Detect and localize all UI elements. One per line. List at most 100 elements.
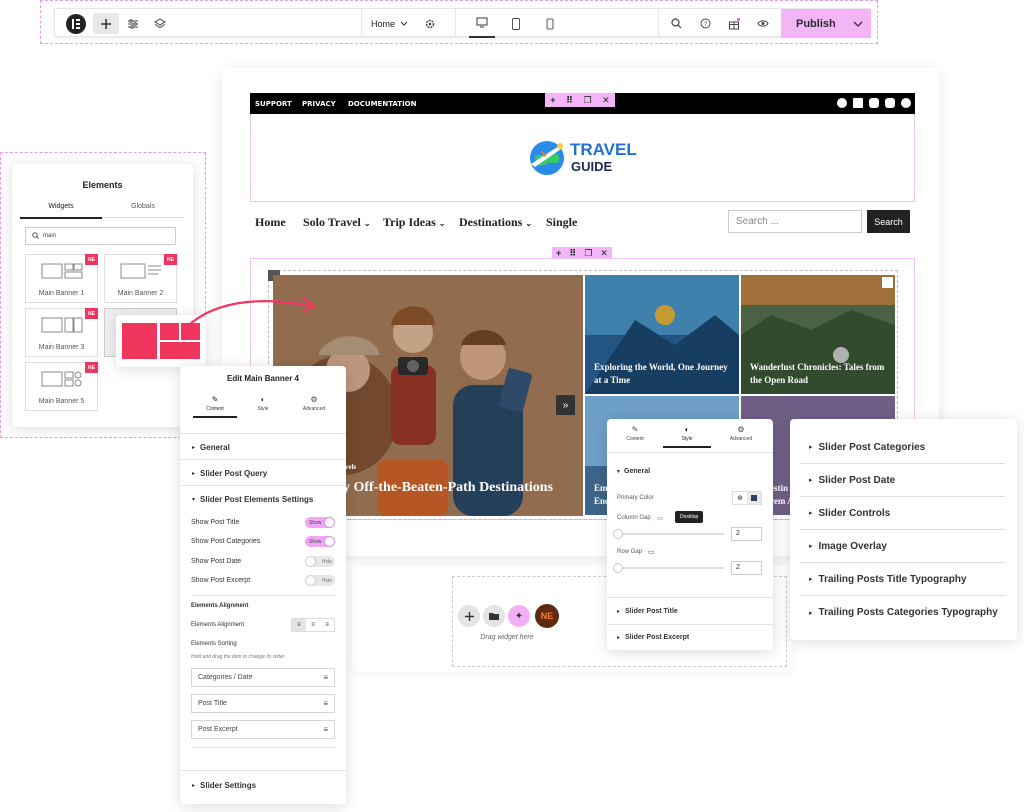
align-right-icon[interactable]: ≡ [320,619,334,631]
section-slider-post-query[interactable]: ▸ Slider Post Query [180,459,346,486]
search-icon[interactable] [663,9,689,38]
desktop-device-icon[interactable]: ▭ [657,514,664,522]
add-section-plus-button[interactable] [458,605,480,627]
section-slider-post-categories[interactable]: ▸ Slider Post Categories [800,431,1005,464]
tab-globals[interactable]: Globals [102,203,184,218]
style-section-slider-post-title[interactable]: ▸ Slider Post Title [607,597,773,624]
column-gap-input[interactable]: 2 [731,527,762,541]
duplicate-icon[interactable]: ❐ [584,95,592,106]
nav-single[interactable]: Single [546,215,577,230]
widget-main-banner-1[interactable]: NE Main Banner 1 [25,254,98,303]
drag-lines-icon[interactable]: ≡ [323,725,328,734]
widget-main-banner-2[interactable]: NE Main Banner 2 [104,254,177,303]
drag-handle-icon[interactable]: ⠿ [569,248,576,259]
close-icon[interactable]: ✕ [600,248,608,259]
help-icon[interactable]: ? [692,9,718,38]
whats-new-gift-icon[interactable] [721,9,747,38]
site-search-button[interactable]: Search [867,210,910,233]
youtube-icon[interactable] [869,98,879,108]
slide-tile-2[interactable]: Wanderlust Chronicles: Tales from the Op… [741,275,895,394]
drag-handle-icon[interactable]: ⠿ [566,95,573,106]
instagram-icon[interactable] [885,98,895,108]
page-settings-gear-icon[interactable] [417,9,443,38]
tablet-view-icon[interactable] [503,9,529,38]
travel-guide-logo-icon[interactable] [527,138,567,178]
ai-sparkle-icon[interactable]: ✦ [508,605,530,627]
tile-2-title[interactable]: Wanderlust Chronicles: Tales from the Op… [750,361,890,387]
widget-main-banner-5[interactable]: NE Main Banner 5 [25,362,98,411]
color-swatch[interactable] [747,492,761,504]
facebook-icon[interactable] [837,98,847,108]
duplicate-icon[interactable]: ❐ [584,248,592,259]
widget-search-input[interactable]: main [25,227,176,245]
section-slider-post-elements[interactable]: ▾ Slider Post Elements Settings [180,485,346,512]
row-gap-slider-knob[interactable] [613,563,623,573]
style-section-slider-post-excerpt[interactable]: ▸ Slider Post Excerpt [607,624,773,650]
row-gap-slider-track[interactable] [619,567,724,569]
publish-button[interactable]: Publish [781,9,871,38]
show-post-categories-toggle[interactable]: Show [305,536,335,547]
add-section-icon[interactable]: + [556,248,561,258]
widget-main-banner-3[interactable]: NE Main Banner 3 [25,308,98,357]
style-section-general[interactable]: ▾ General [617,468,650,475]
section-trailing-posts-categories-typography[interactable]: ▸ Trailing Posts Categories Typography [800,596,1005,629]
section-slider-settings[interactable]: ▸ Slider Settings [180,770,346,800]
show-post-excerpt-toggle[interactable]: Hide [305,575,335,586]
nav-destinations[interactable]: Destinations ⌄ [459,215,532,230]
top-link-documentation[interactable]: DOCUMENTATION [348,100,416,108]
drag-lines-icon[interactable]: ≡ [323,673,328,682]
ne-addons-logo-icon[interactable]: NE [535,604,559,628]
column-gap-slider-knob[interactable] [613,529,623,539]
desktop-view-icon[interactable] [469,9,495,38]
sort-item-post-excerpt[interactable]: Post Excerpt ≡ [191,720,335,739]
layers-icon[interactable] [147,9,173,38]
tile-3-title-line1[interactable]: Em [594,482,608,495]
tab-advanced[interactable]: ⚙ Advanced [292,395,336,412]
section-trailing-posts-title-typography[interactable]: ▸ Trailing Posts Title Typography [800,563,1005,596]
section-general[interactable]: ▸ General [180,433,346,460]
add-template-folder-icon[interactable] [483,605,505,627]
tab-style[interactable]: ◐ Style [663,425,711,448]
close-icon[interactable]: ✕ [602,95,610,106]
add-element-button[interactable] [93,13,119,34]
tab-style[interactable]: ◐ Style [241,395,285,412]
slide-tile-1[interactable]: Exploring the World, One Journey at a Ti… [585,275,739,394]
twitter-icon[interactable] [853,98,863,108]
globe-icon[interactable]: ⊕ [733,492,747,504]
nav-home[interactable]: Home [255,215,286,230]
desktop-device-icon[interactable]: ▭ [648,548,655,556]
top-link-support[interactable]: SUPPORT [255,100,292,108]
tab-advanced[interactable]: ⚙ Advanced [721,425,761,442]
top-link-privacy[interactable]: PRIVACY [302,100,336,108]
row-gap-input[interactable]: 2 [731,561,762,575]
pinterest-icon[interactable] [901,98,911,108]
site-search-input[interactable]: Search ... [728,210,862,233]
sort-item-categories-date[interactable]: Categories / Date ≡ [191,668,335,687]
tab-content[interactable]: ✎ Content [615,425,655,442]
tab-widgets[interactable]: Widgets [20,203,102,219]
section-handle[interactable]: + ⠿ ❐ ✕ [545,93,615,107]
show-post-date-toggle[interactable]: Hide [305,556,335,567]
elementor-logo-icon[interactable] [63,9,89,38]
section-slider-controls[interactable]: ▸ Slider Controls [800,497,1005,530]
align-left-icon[interactable]: ≡ [292,619,306,631]
sort-item-post-title[interactable]: Post Title ≡ [191,694,335,713]
slider-next-arrow-icon[interactable]: » [556,395,575,415]
preview-eye-icon[interactable] [750,9,776,38]
slide-category[interactable]: vels [345,461,356,474]
add-section-icon[interactable]: + [550,95,555,105]
column-gap-slider-track[interactable] [619,533,724,535]
align-center-icon[interactable]: ≡ [306,619,321,631]
section-image-overlay[interactable]: ▸ Image Overlay [800,530,1005,563]
drag-lines-icon[interactable]: ≡ [323,699,328,708]
tab-content[interactable]: ✎ Content [193,395,237,418]
page-select[interactable]: Home [371,9,408,38]
nav-solo-travel[interactable]: Solo Travel ⌄ [303,215,371,230]
tile-1-title[interactable]: Exploring the World, One Journey at a Ti… [594,361,734,387]
chevron-down-icon[interactable] [853,19,863,31]
section-slider-post-date[interactable]: ▸ Slider Post Date [800,464,1005,497]
show-post-title-toggle[interactable]: Show [305,517,335,528]
mobile-view-icon[interactable] [537,9,563,38]
widget-edit-pencil-icon[interactable] [882,277,893,288]
nav-trip-ideas[interactable]: Trip Ideas ⌄ [383,215,446,230]
